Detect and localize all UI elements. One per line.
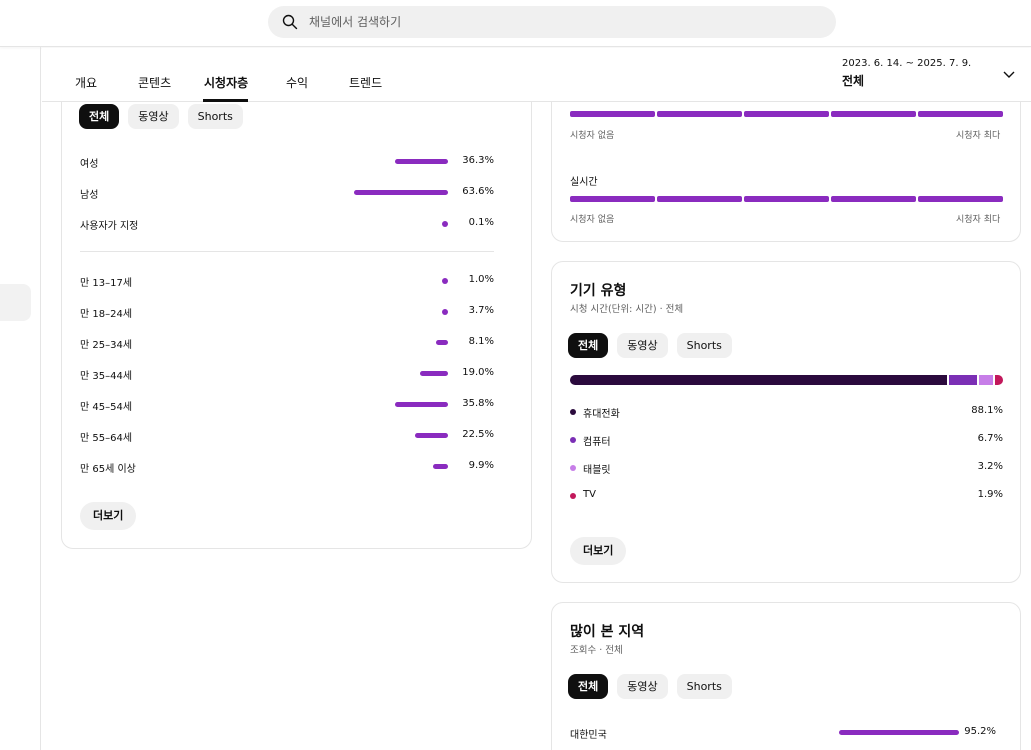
device-card-subtitle: 시청 시간(단위: 시간) · 전체 [570, 304, 684, 315]
left-rail-selected-item[interactable] [0, 284, 31, 321]
gender-label: 사용자가 지정 [80, 221, 139, 232]
age-label: 만 55–64세 [80, 433, 133, 444]
gender-value: 36.3% [462, 155, 494, 166]
geography-card-subtitle: 조회수 · 전체 [570, 645, 623, 656]
search-input[interactable] [309, 15, 789, 29]
tab-bar: 개요 콘텐츠 시청자층 수익 트렌드 2023. 6. 14. ~ 2025. … [42, 48, 1031, 102]
tab-revenue[interactable]: 수익 [286, 74, 308, 91]
filter-chip-shorts[interactable]: Shorts [676, 674, 732, 699]
chevron-down-icon[interactable] [1002, 68, 1016, 82]
age-value: 8.1% [468, 336, 494, 347]
gender-value: 63.6% [462, 186, 494, 197]
device-value: 6.7% [977, 433, 1003, 444]
device-stacked-bar [570, 375, 1003, 385]
device-label: 휴대전화 [583, 409, 620, 420]
search-box[interactable] [268, 6, 836, 38]
device-bar-segment [570, 375, 947, 385]
filter-chip-video[interactable]: 동영상 [617, 674, 668, 699]
realtime-label: 실시간 [570, 177, 598, 188]
device-more-button[interactable]: 더보기 [570, 537, 627, 565]
age-label: 만 13–17세 [80, 278, 133, 289]
search-icon [282, 14, 298, 30]
device-type-card: 기기 유형 시청 시간(단위: 시간) · 전체 전체 동영상 Shorts 휴… [551, 261, 1021, 583]
realtime-heat-bar [570, 196, 1003, 202]
device-bar-segment [979, 375, 993, 385]
tab-audience[interactable]: 시청자층 [204, 74, 248, 91]
device-filter-chips: 전체 동영상 Shorts [568, 333, 732, 358]
geography-card-title: 많이 본 지역 [570, 624, 645, 640]
gender-label: 여성 [80, 159, 99, 170]
tab-overview[interactable]: 개요 [75, 74, 97, 91]
age-value: 3.7% [468, 305, 494, 316]
geography-label: 대한민국 [570, 730, 607, 741]
age-value: 35.8% [462, 398, 494, 409]
age-label: 만 35–44세 [80, 371, 133, 382]
gender-value: 0.1% [468, 217, 494, 228]
gender-label: 남성 [80, 190, 99, 201]
demographics-filter-chips: 전체 동영상 Shorts [79, 104, 243, 129]
legend-dot [570, 437, 576, 443]
activity-heat-bar [570, 111, 1003, 117]
age-value: 9.9% [468, 460, 494, 471]
geography-value: 95.2% [964, 726, 996, 737]
realtime-min-label: 시청자 없음 [570, 215, 615, 225]
legend-dot [570, 493, 576, 499]
geography-card: 많이 본 지역 조회수 · 전체 전체 동영상 Shorts 대한민국 95.2… [551, 602, 1021, 750]
filter-chip-video[interactable]: 동영상 [128, 104, 179, 129]
filter-chip-all[interactable]: 전체 [568, 674, 609, 699]
device-label: 컴퓨터 [583, 437, 611, 448]
device-bar-segment [948, 375, 978, 385]
date-range-value[interactable]: 전체 [842, 72, 864, 89]
left-navigation-rail [0, 47, 41, 750]
device-card-title: 기기 유형 [570, 283, 627, 299]
activity-max-label: 시청자 최다 [956, 131, 1001, 141]
age-label: 만 45–54세 [80, 402, 133, 413]
filter-chip-video[interactable]: 동영상 [617, 333, 668, 358]
realtime-max-label: 시청자 최다 [956, 215, 1001, 225]
device-value: 3.2% [977, 461, 1003, 472]
date-range-text[interactable]: 2023. 6. 14. ~ 2025. 7. 9. [842, 58, 971, 69]
age-value: 19.0% [462, 367, 494, 378]
device-label: TV [583, 489, 596, 500]
top-bar [0, 0, 1031, 47]
age-label: 만 25–34세 [80, 340, 133, 351]
filter-chip-shorts[interactable]: Shorts [676, 333, 732, 358]
device-label: 태블릿 [583, 465, 611, 476]
legend-dot [570, 409, 576, 415]
tab-content[interactable]: 콘텐츠 [138, 74, 171, 91]
filter-chip-shorts[interactable]: Shorts [187, 104, 243, 129]
filter-chip-all[interactable]: 전체 [568, 333, 609, 358]
demographics-more-button[interactable]: 더보기 [80, 502, 137, 530]
filter-chip-all[interactable]: 전체 [79, 104, 120, 129]
divider [80, 251, 494, 252]
geography-filter-chips: 전체 동영상 Shorts [568, 674, 732, 699]
device-value: 88.1% [971, 405, 1003, 416]
device-bar-segment [994, 375, 1003, 385]
age-label: 만 18–24세 [80, 309, 133, 320]
device-value: 1.9% [977, 489, 1003, 500]
age-value: 1.0% [468, 274, 494, 285]
active-tab-indicator [203, 99, 248, 102]
age-label: 만 65세 이상 [80, 464, 136, 475]
tab-trends[interactable]: 트렌드 [349, 74, 382, 91]
activity-min-label: 시청자 없음 [570, 131, 615, 141]
demographics-card: 전체 동영상 Shorts 여성 36.3% 남성 63.6% 사용자가 지정 … [61, 70, 532, 549]
legend-dot [570, 465, 576, 471]
age-value: 22.5% [462, 429, 494, 440]
